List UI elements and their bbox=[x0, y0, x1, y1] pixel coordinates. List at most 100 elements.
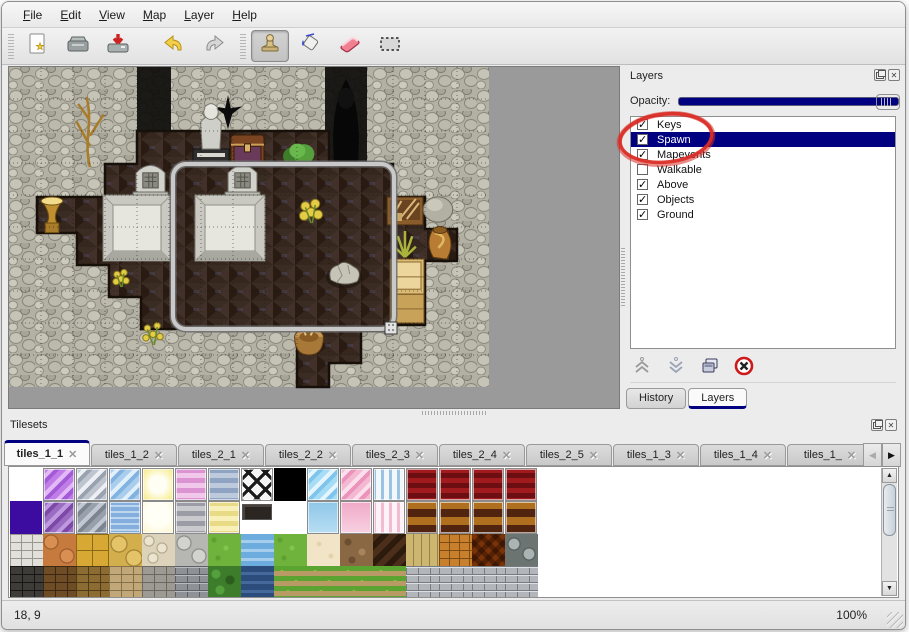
menu-view[interactable]: View bbox=[90, 5, 134, 25]
tile-path-flowers[interactable] bbox=[307, 566, 340, 598]
tile-glow-yellow[interactable] bbox=[142, 468, 175, 501]
layer-row-ground[interactable]: ✓Ground bbox=[631, 207, 895, 222]
float-panel-icon[interactable] bbox=[874, 69, 886, 81]
tab-close-icon[interactable]: ✕ bbox=[328, 449, 337, 462]
fill-tool-button[interactable] bbox=[291, 30, 329, 62]
scrollbar-thumb[interactable] bbox=[883, 484, 896, 536]
menu-map[interactable]: Map bbox=[134, 5, 175, 25]
tile-wood-stripes[interactable] bbox=[439, 501, 472, 534]
menu-edit[interactable]: Edit bbox=[51, 5, 90, 25]
horizontal-splitter[interactable] bbox=[2, 409, 905, 416]
tab-close-icon[interactable]: ✕ bbox=[241, 449, 250, 462]
close-panel-icon[interactable]: ✕ bbox=[888, 69, 900, 81]
save-map-button[interactable] bbox=[99, 30, 137, 62]
tileset-tab-tiles_2_1[interactable]: tiles_2_1✕ bbox=[178, 444, 264, 466]
tile-tile-gold[interactable] bbox=[76, 534, 109, 566]
tileset-tab-tiles_2_5[interactable]: tiles_2_5✕ bbox=[526, 444, 612, 466]
tile-brick-orange[interactable] bbox=[439, 534, 472, 566]
panel-tab-history[interactable]: History bbox=[626, 388, 686, 409]
tile-pebble-pale[interactable] bbox=[142, 534, 175, 566]
tab-close-icon[interactable]: ✕ bbox=[847, 449, 856, 462]
toolbar-drag-handle[interactable] bbox=[144, 33, 150, 59]
map-canvas[interactable] bbox=[8, 66, 620, 409]
menu-help[interactable]: Help bbox=[223, 5, 266, 25]
tile-black[interactable] bbox=[274, 468, 307, 501]
tile-water-blue[interactable] bbox=[241, 534, 274, 566]
menu-layer[interactable]: Layer bbox=[175, 5, 223, 25]
tab-close-icon[interactable]: ✕ bbox=[502, 449, 511, 462]
tile-glow-pale[interactable] bbox=[142, 501, 175, 534]
close-panel-icon[interactable]: ✕ bbox=[885, 419, 897, 431]
tile-wall-graystone[interactable] bbox=[142, 566, 175, 598]
opacity-slider-handle[interactable] bbox=[876, 94, 900, 110]
move-layer-up-button[interactable] bbox=[630, 356, 654, 380]
tile-hedge[interactable] bbox=[208, 566, 241, 598]
tile-crystal-blue[interactable] bbox=[109, 468, 142, 501]
undo-button[interactable] bbox=[155, 30, 193, 62]
stamp-tool-button[interactable] bbox=[251, 30, 289, 62]
tile-empty[interactable] bbox=[274, 501, 307, 534]
tile-wood-stripes[interactable] bbox=[406, 501, 439, 534]
open-map-button[interactable] bbox=[59, 30, 97, 62]
redo-button[interactable] bbox=[195, 30, 233, 62]
select-tool-button[interactable] bbox=[371, 30, 409, 62]
tile-brick-gray[interactable] bbox=[472, 566, 505, 598]
tile-wall-tan[interactable] bbox=[76, 566, 109, 598]
tile-grass[interactable] bbox=[208, 534, 241, 566]
tile-curtain-blue[interactable] bbox=[373, 468, 406, 501]
tile-water-anim[interactable] bbox=[109, 501, 142, 534]
scroll-down-icon[interactable]: ▼ bbox=[882, 581, 897, 596]
tile-crystal-purple[interactable] bbox=[43, 468, 76, 501]
tab-close-icon[interactable]: ✕ bbox=[154, 449, 163, 462]
tile-cobble-orange[interactable] bbox=[43, 534, 76, 566]
tileset-tab-tiles_1_4[interactable]: tiles_1_4✕ bbox=[700, 444, 786, 466]
tileset-view[interactable]: ▲ ▼ bbox=[8, 466, 899, 598]
new-map-button[interactable] bbox=[19, 30, 57, 62]
tile-carpet-red[interactable] bbox=[472, 468, 505, 501]
tile-sign[interactable] bbox=[241, 501, 274, 534]
move-layer-down-button[interactable] bbox=[664, 356, 688, 380]
layer-row-keys[interactable]: ✓Keys bbox=[631, 117, 895, 132]
tile-stripes-pink[interactable] bbox=[175, 468, 208, 501]
tile-crystal-pink-dk[interactable] bbox=[340, 501, 373, 534]
layer-row-spawn[interactable]: ✓Spawn bbox=[631, 132, 895, 147]
tileset-tab-tiles_1_2[interactable]: tiles_1_2✕ bbox=[91, 444, 177, 466]
tab-close-icon[interactable]: ✕ bbox=[763, 449, 772, 462]
resize-grip[interactable] bbox=[887, 612, 903, 628]
tile-brick-gray[interactable] bbox=[439, 566, 472, 598]
layer-visibility-checkbox[interactable]: ✓ bbox=[637, 179, 648, 190]
tile-crystal-sky-dk[interactable] bbox=[307, 501, 340, 534]
tile-empty[interactable] bbox=[10, 468, 43, 501]
tile-stone-white[interactable] bbox=[10, 534, 43, 566]
tab-scroll-right-icon[interactable]: ▶ bbox=[882, 443, 901, 467]
tileset-tab-tiles_2_2[interactable]: tiles_2_2✕ bbox=[265, 444, 351, 466]
tile-stone-gold[interactable] bbox=[109, 534, 142, 566]
menu-file[interactable]: File bbox=[14, 5, 51, 25]
tileset-tab-tiles_1_3[interactable]: tiles_1_3✕ bbox=[613, 444, 699, 466]
tile-crystal-silver[interactable] bbox=[76, 468, 109, 501]
tile-carpet-red[interactable] bbox=[505, 468, 538, 501]
tile-planks-dark[interactable] bbox=[373, 534, 406, 566]
opacity-slider[interactable] bbox=[678, 97, 899, 106]
layer-visibility-checkbox[interactable]: ✓ bbox=[637, 194, 648, 205]
tile-dirt[interactable] bbox=[340, 534, 373, 566]
tile-brick-gray[interactable] bbox=[406, 566, 439, 598]
layer-row-objects[interactable]: ✓Objects bbox=[631, 192, 895, 207]
float-panel-icon[interactable] bbox=[871, 419, 883, 431]
tile-carpet-red[interactable] bbox=[406, 468, 439, 501]
tileset-scrollbar[interactable]: ▲ ▼ bbox=[881, 468, 897, 596]
layer-visibility-checkbox[interactable] bbox=[637, 164, 648, 175]
tile-stripes-yellow[interactable] bbox=[208, 501, 241, 534]
tile-crystal-purple-dk[interactable] bbox=[43, 501, 76, 534]
tile-water-dark[interactable] bbox=[241, 566, 274, 598]
tile-path-flowers[interactable] bbox=[340, 566, 373, 598]
tile-wall-brown[interactable] bbox=[43, 566, 76, 598]
tile-planks-vert[interactable] bbox=[406, 534, 439, 566]
tile-path-flowers[interactable] bbox=[274, 566, 307, 598]
layer-row-mapevents[interactable]: ✓Mapevents bbox=[631, 147, 895, 162]
layer-row-above[interactable]: ✓Above bbox=[631, 177, 895, 192]
tile-logs-gray[interactable] bbox=[505, 534, 538, 566]
layer-visibility-checkbox[interactable]: ✓ bbox=[637, 119, 648, 130]
tile-stone-gray[interactable] bbox=[175, 534, 208, 566]
eraser-tool-button[interactable] bbox=[331, 30, 369, 62]
